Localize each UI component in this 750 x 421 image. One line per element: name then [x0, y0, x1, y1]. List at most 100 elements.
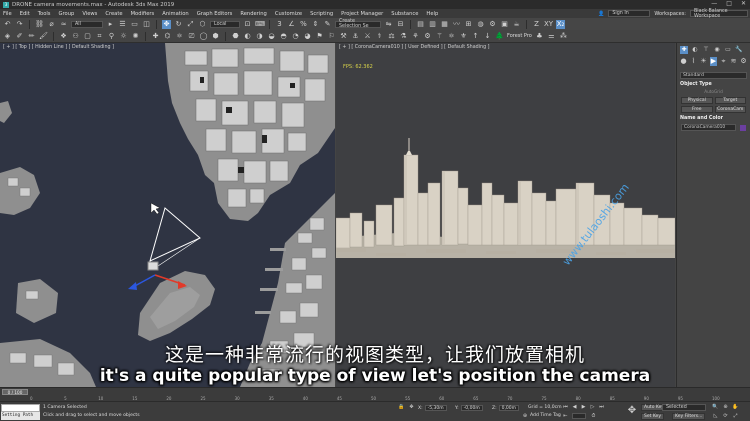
add-time-tag[interactable]: Add Time Tag: [530, 413, 561, 418]
move-gizmo-icon[interactable]: ✥: [626, 405, 638, 417]
time-config-icon[interactable]: ⏱: [590, 413, 597, 420]
key-filters-button[interactable]: Key Filters...: [672, 413, 706, 420]
plugin-r-icon[interactable]: ⚚: [435, 32, 444, 41]
time-slider-handle[interactable]: 0 / 100: [2, 389, 28, 395]
plugin-f-icon[interactable]: ◔: [291, 32, 300, 41]
render-setup-icon[interactable]: ⚙: [488, 20, 497, 29]
maximize-button[interactable]: □: [726, 0, 732, 7]
play-icon[interactable]: ▶: [580, 404, 587, 411]
menu-graph-editors[interactable]: Graph Editors: [197, 11, 233, 17]
object-paint-icon[interactable]: ❖: [59, 32, 68, 41]
orbit-icon[interactable]: ⟳: [722, 413, 729, 420]
zoom-all-icon[interactable]: ⊕: [722, 404, 729, 411]
menu-modifiers[interactable]: Modifiers: [131, 11, 155, 17]
spacewarps-category-icon[interactable]: ≋: [730, 57, 737, 66]
create-tab-icon[interactable]: ✚: [680, 46, 688, 54]
menu-file[interactable]: File: [3, 11, 12, 17]
maximize-viewport-icon[interactable]: ⤢: [732, 413, 739, 420]
rectangular-selection-icon[interactable]: ▭: [130, 20, 139, 29]
previous-frame-icon[interactable]: ◀: [571, 404, 578, 411]
time-slider[interactable]: 0 / 100 0 5 10 15 20 25 30 35 40 45 50 55 60 65 70 75 80…: [0, 387, 750, 401]
scene-explorer-icon[interactable]: ▤: [416, 20, 425, 29]
shapes-category-icon[interactable]: ⌇: [690, 57, 697, 66]
object-name-field[interactable]: CoronaCamera010: [681, 124, 736, 131]
menu-help[interactable]: Help: [426, 11, 438, 17]
curve-editor-icon[interactable]: 〰: [452, 20, 461, 29]
shape-icon[interactable]: ◯: [199, 32, 208, 41]
top-viewport-label[interactable]: [ + ] [ Top ] [ Hidden Line ] [ Default …: [3, 45, 114, 50]
plugin-m-icon[interactable]: ⚕: [375, 32, 384, 41]
autogrid-checkbox[interactable]: AutoGrid: [677, 89, 750, 94]
helpers-category-icon[interactable]: ⌖: [720, 57, 727, 66]
x-field[interactable]: -5,30m: [424, 405, 447, 411]
plugin-s-icon[interactable]: ⚛: [447, 32, 456, 41]
category-dropdown[interactable]: Standard: [680, 72, 747, 79]
plugin-e-icon[interactable]: ◓: [279, 32, 288, 41]
sun-icon[interactable]: ✺: [131, 32, 140, 41]
spinner-snap-icon[interactable]: ⇕: [311, 20, 320, 29]
snaps-toggle-icon[interactable]: 3: [275, 20, 284, 29]
z-axis-icon[interactable]: Z: [532, 20, 541, 29]
forest-lite-icon[interactable]: ♣: [535, 32, 544, 41]
plugin-c-icon[interactable]: ◑: [255, 32, 264, 41]
place-icon[interactable]: ⬡: [198, 20, 207, 29]
forest-pro-label[interactable]: Forest Pro: [507, 33, 532, 39]
angle-snap-icon[interactable]: ∠: [287, 20, 296, 29]
plugin-o-icon[interactable]: ⚗: [399, 32, 408, 41]
plugin-q-icon[interactable]: ⚙: [423, 32, 432, 41]
menu-group[interactable]: Group: [59, 11, 75, 17]
plugin-i-icon[interactable]: ⚐: [327, 32, 336, 41]
next-frame-icon[interactable]: ▷: [589, 404, 596, 411]
undo-icon[interactable]: ↶: [3, 20, 12, 29]
physical-camera-button[interactable]: Physical: [681, 97, 713, 104]
lights-category-icon[interactable]: ☀: [700, 57, 707, 66]
container-icon[interactable]: ▢: [83, 32, 92, 41]
sign-in-dropdown[interactable]: Sign In: [608, 10, 651, 17]
select-and-move-icon[interactable]: ✥: [162, 19, 171, 29]
object-type-rollout[interactable]: Object Type: [680, 82, 747, 87]
camera-icon[interactable]: ⎚: [187, 32, 196, 41]
plugin-l-icon[interactable]: ⚔: [363, 32, 372, 41]
percent-snap-icon[interactable]: %: [299, 20, 308, 29]
plugin-p-icon[interactable]: ⚘: [411, 32, 420, 41]
plugin-j-icon[interactable]: ⚒: [339, 32, 348, 41]
railclone-icon[interactable]: ⚌: [547, 32, 556, 41]
geometry-icon[interactable]: ⬢: [211, 32, 220, 41]
bind-spacewarp-icon[interactable]: ≈: [59, 20, 68, 29]
select-and-scale-icon[interactable]: ⤢: [186, 20, 195, 29]
select-and-rotate-icon[interactable]: ↻: [174, 20, 183, 29]
menu-substance[interactable]: Substance: [391, 11, 418, 17]
modify-tab-icon[interactable]: ◐: [691, 46, 699, 54]
pivot-point-icon[interactable]: ⊡: [243, 20, 252, 29]
render-icon[interactable]: ☕: [512, 20, 521, 29]
populate-icon[interactable]: ⚇: [71, 32, 80, 41]
xy-constraint-icon[interactable]: X₂: [556, 19, 565, 29]
paint-icon[interactable]: 🖌: [39, 32, 48, 41]
systems-category-icon[interactable]: ⚙: [740, 57, 747, 66]
edit-poly-icon[interactable]: ◈: [3, 32, 12, 41]
plugin-h-icon[interactable]: ⚑: [315, 32, 324, 41]
field-of-view-icon[interactable]: ◺: [712, 413, 719, 420]
z-field[interactable]: 0,00m: [498, 405, 520, 411]
cameras-category-icon[interactable]: ▶: [710, 57, 717, 66]
systems-icon[interactable]: ⚛: [175, 32, 184, 41]
menu-edit[interactable]: Edit: [20, 11, 30, 17]
camera-viewport[interactable]: [ + ] [ CoronaCamera010 ] [ User Defined…: [336, 43, 675, 387]
keyboard-shortcut-icon[interactable]: ⌨: [255, 20, 265, 29]
lock-selection-icon[interactable]: 🔒: [398, 404, 405, 411]
plugin-a-icon[interactable]: ⬣: [231, 32, 240, 41]
arrow-up-icon[interactable]: ↑: [471, 32, 480, 41]
multiscatter-icon[interactable]: ⁂: [559, 32, 568, 41]
menu-animation[interactable]: Animation: [162, 11, 188, 17]
menu-create[interactable]: Create: [105, 11, 122, 17]
window-crossing-icon[interactable]: ◫: [142, 20, 151, 29]
menu-project-manager[interactable]: Project Manager: [341, 11, 383, 17]
arrow-down-icon[interactable]: ↓: [483, 32, 492, 41]
add-time-tag-icon[interactable]: ⊕: [522, 413, 528, 419]
workspace-dropdown[interactable]: Black Balance Workspace: [690, 9, 748, 19]
graphite-icon[interactable]: ✐: [15, 32, 24, 41]
zoom-icon[interactable]: 🔍: [712, 404, 719, 411]
plugin-b-icon[interactable]: ◐: [243, 32, 252, 41]
rendered-frame-window-icon[interactable]: ▣: [500, 20, 509, 29]
corona-camera-button[interactable]: CoronaCam: [714, 106, 746, 113]
